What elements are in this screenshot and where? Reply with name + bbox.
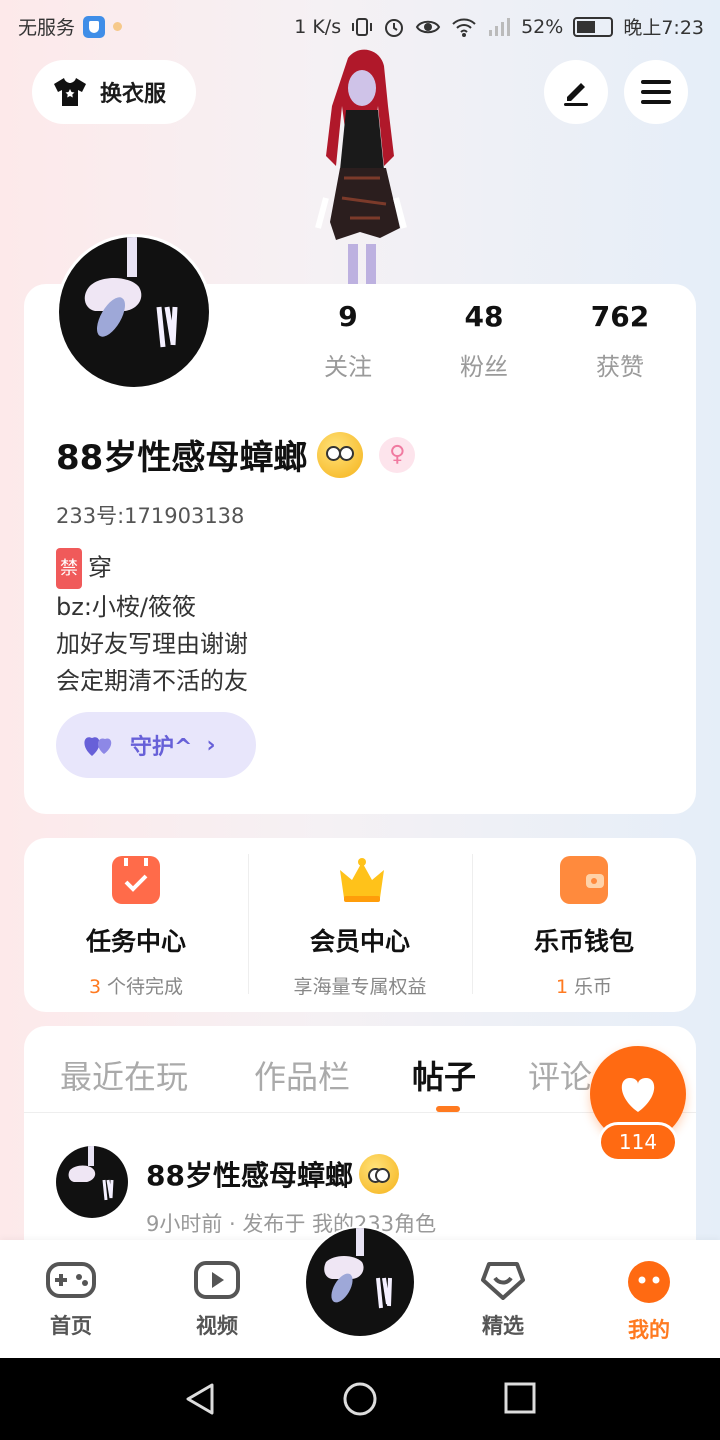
avatar-artwork-icon	[68, 1146, 114, 1201]
vibrate-icon	[352, 17, 373, 36]
stat-followers[interactable]: 48 粉丝	[424, 300, 544, 382]
nav-featured[interactable]: 精选	[458, 1260, 548, 1340]
nav-home[interactable]: 首页	[26, 1260, 116, 1340]
back-icon[interactable]	[184, 1382, 216, 1416]
eye-roll-emoji-icon	[317, 431, 364, 478]
calendar-check-icon	[112, 856, 160, 904]
eye-icon	[415, 20, 441, 33]
nav-label: 我的	[628, 1318, 670, 1342]
nav-label: 精选	[482, 1314, 524, 1338]
feature-count: 3	[88, 976, 102, 998]
network-speed: 1 K/s	[294, 15, 342, 38]
edit-profile-button[interactable]	[544, 60, 608, 124]
ban-tag-icon: 禁	[56, 548, 82, 589]
carrier-text: 无服务	[18, 17, 76, 39]
feature-title: 乐币钱包	[533, 927, 634, 956]
feature-subtitle-text: 个待完成	[107, 976, 184, 998]
bio-line: bz:小桉/筱筱	[56, 593, 197, 621]
gamepad-icon	[46, 1262, 96, 1298]
status-bar: 无服务 1 K/s 52% 晚上7:23	[0, 0, 720, 52]
female-gender-icon: ♀	[379, 436, 416, 473]
alarm-icon	[385, 18, 404, 37]
feature-subtitle: 1 乐币	[472, 972, 696, 999]
task-center-entry[interactable]: 任务中心 3 个待完成	[24, 838, 248, 1012]
tab-works[interactable]: 作品栏	[254, 1052, 350, 1098]
avatar-character-figure[interactable]	[300, 48, 422, 286]
nav-video[interactable]: 视频	[172, 1260, 262, 1340]
feature-subtitle-text: 乐币	[574, 976, 613, 998]
username-text: 88岁性感母蟑螂	[56, 438, 308, 478]
user-id: 233号:171903138	[56, 504, 245, 528]
stat-value: 9	[338, 300, 358, 333]
home-icon[interactable]	[342, 1381, 378, 1417]
change-outfit-label: 换衣服	[100, 82, 167, 107]
menu-button[interactable]	[624, 60, 688, 124]
smiley-profile-icon	[628, 1261, 670, 1303]
recents-icon[interactable]	[504, 1382, 536, 1414]
stat-value: 762	[590, 300, 650, 333]
nav-mine[interactable]: 我的	[604, 1260, 694, 1344]
nav-center-avatar-button[interactable]	[304, 1226, 416, 1338]
system-nav-bar	[0, 1358, 720, 1440]
feature-title: 会员中心	[309, 927, 410, 956]
bio-line: 加好友写理由谢谢	[56, 630, 248, 658]
stat-label: 粉丝	[460, 353, 508, 381]
post-meta: 9小时前 · 发布于 我的233角色	[146, 1212, 437, 1236]
wallet-icon	[560, 856, 608, 904]
nav-label: 首页	[50, 1314, 92, 1338]
chevron-right-icon: ›	[206, 732, 216, 758]
notification-dot-icon	[113, 22, 123, 31]
guard-label: 守护^	[130, 735, 193, 760]
avatar-artwork-icon	[84, 237, 178, 348]
bio-line: 穿	[88, 553, 112, 582]
pen-icon	[564, 83, 588, 106]
tab-posts[interactable]: 帖子	[412, 1052, 476, 1098]
post-author-name[interactable]: 88岁性感母蟑螂	[146, 1154, 399, 1194]
signal-icon	[489, 17, 511, 36]
avatar-artwork-icon	[324, 1228, 392, 1309]
profile-avatar[interactable]	[56, 234, 212, 390]
feature-card: 任务中心 3 个待完成 会员中心 享海量专属权益 乐币钱包 1 乐币	[24, 838, 696, 1012]
tab-recently-played[interactable]: 最近在玩	[60, 1052, 188, 1098]
heart-icon	[621, 1078, 655, 1112]
battery-percent: 52%	[521, 15, 564, 38]
clock: 晚上7:23	[623, 17, 704, 39]
stat-value: 48	[464, 300, 504, 333]
bio: 禁穿 bz:小桉/筱筱 加好友写理由谢谢 会定期清不活的友	[56, 548, 248, 700]
stat-likes[interactable]: 762 获赞	[560, 300, 680, 382]
feature-subtitle: 3 个待完成	[24, 972, 248, 999]
heart-chat-icon	[481, 1262, 525, 1300]
feature-count: 1	[555, 976, 569, 998]
coin-wallet-entry[interactable]: 乐币钱包 1 乐币	[472, 838, 696, 1012]
eye-roll-emoji-icon	[358, 1154, 399, 1194]
play-video-icon	[194, 1261, 240, 1299]
change-outfit-button[interactable]: 换衣服	[32, 60, 196, 124]
shield-icon	[83, 15, 106, 38]
nav-label: 视频	[196, 1314, 238, 1338]
stat-label: 关注	[324, 353, 372, 381]
guard-button[interactable]: 守护^ ›	[56, 712, 256, 778]
tab-comments[interactable]: 评论	[528, 1052, 592, 1098]
feature-title: 任务中心	[85, 927, 186, 956]
stat-following[interactable]: 9 关注	[288, 300, 408, 382]
battery-icon	[573, 16, 614, 37]
tshirt-icon	[54, 78, 86, 106]
post-author-avatar[interactable]	[56, 1146, 128, 1218]
username: 88岁性感母蟑螂 ♀	[56, 430, 416, 479]
stat-label: 获赞	[596, 353, 644, 381]
crown-icon	[336, 856, 384, 904]
menu-icon	[641, 80, 671, 104]
feature-subtitle: 享海量专属权益	[293, 976, 427, 998]
vip-center-entry[interactable]: 会员中心 享海量专属权益	[248, 838, 472, 1012]
bio-line: 会定期清不活的友	[56, 667, 248, 695]
hearts-icon	[84, 737, 112, 756]
post-author-text: 88岁性感母蟑螂	[146, 1159, 353, 1192]
like-count: 114	[598, 1122, 678, 1162]
wifi-icon	[452, 18, 476, 37]
